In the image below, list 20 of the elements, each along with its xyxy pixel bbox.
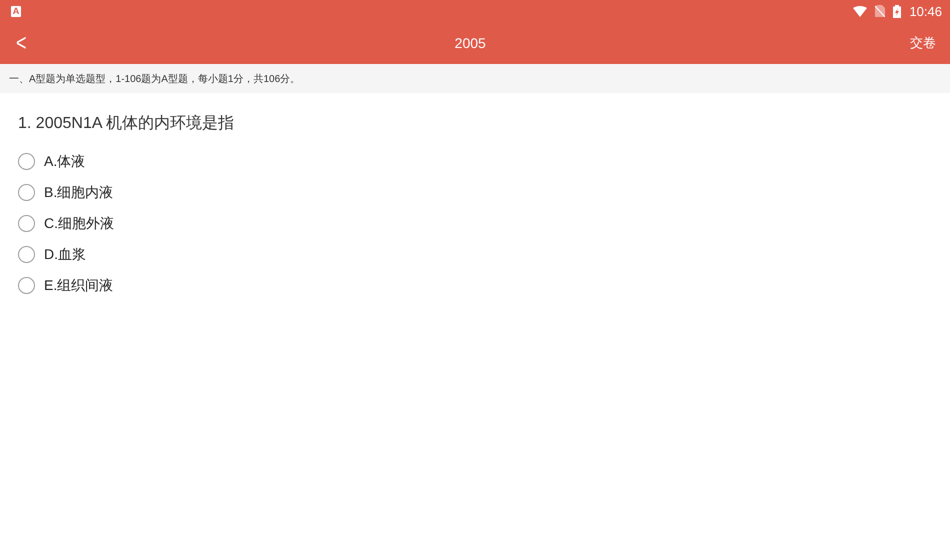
option-label[interactable]: E.组织间液 — [44, 276, 114, 294]
option-label[interactable]: C.细胞外液 — [44, 214, 114, 232]
battery-charging-icon — [893, 4, 902, 18]
section-instructions: 一、A型题为单选题型，1-106题为A型题，每小题1分，共106分。 — [0, 64, 950, 93]
wifi-icon — [853, 6, 868, 16]
radio-button[interactable] — [18, 215, 35, 232]
option-label[interactable]: A.体液 — [44, 152, 86, 170]
option-label[interactable]: B.细胞内液 — [44, 184, 114, 202]
radio-button[interactable] — [18, 277, 35, 294]
radio-button[interactable] — [18, 246, 35, 263]
clock-time: 10:46 — [909, 4, 942, 18]
radio-button[interactable] — [18, 184, 35, 201]
back-button[interactable]: < — [12, 29, 31, 57]
page-title: 2005 — [454, 35, 487, 51]
radio-button[interactable] — [18, 153, 35, 170]
option-label[interactable]: D.血浆 — [44, 246, 86, 264]
no-sim-icon — [875, 5, 886, 17]
submit-button[interactable]: 交卷 — [910, 34, 936, 52]
app-badge: A — [11, 6, 21, 16]
question-text: 1. 2005N1A 机体的内环境是指 — [18, 114, 236, 134]
